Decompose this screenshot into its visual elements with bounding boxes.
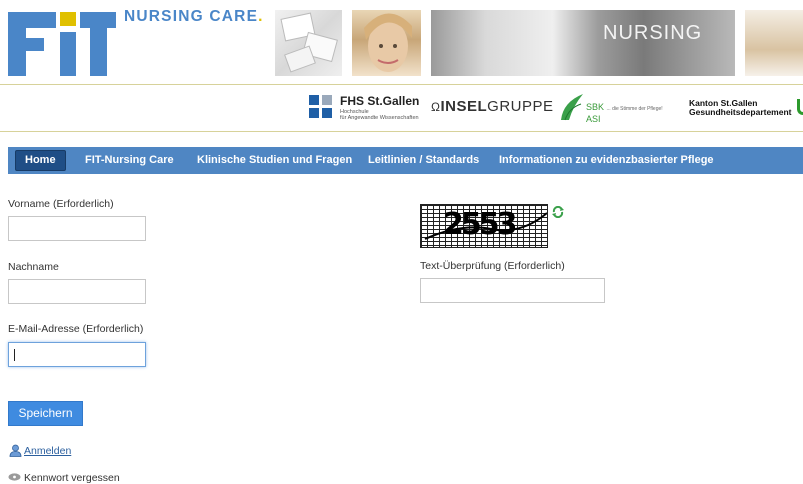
text-caret: [14, 349, 15, 361]
user-icon: [9, 444, 22, 457]
text-check-label: Text-Überprüfung (Erforderlich): [420, 260, 565, 272]
sbk-slogan: ... die Stimme der Pflege!: [606, 106, 663, 112]
sbk-text: SBK ... die Stimme der Pflege! ASI: [586, 102, 663, 124]
forgot-password-link[interactable]: Kennwort vergessen: [24, 472, 120, 484]
nav-item-informationen[interactable]: Informationen zu evidenzbasierter Pflege: [499, 147, 714, 174]
nav-item-fit-nursing-care[interactable]: FIT-Nursing Care: [85, 147, 174, 174]
fhs-subtitle: Hochschule für Angewandte Wissenschaften: [340, 109, 419, 121]
tagline-text: NURSING CARE: [124, 8, 259, 25]
inselgruppe-logo[interactable]: ΩINSELGRUPPE: [431, 98, 554, 115]
email-field[interactable]: [8, 342, 146, 367]
email-label: E-Mail-Adresse (Erforderlich): [8, 323, 144, 335]
fhs-square: [322, 95, 332, 105]
partners-divider: [0, 131, 803, 132]
sbk-leaf-icon: [561, 94, 583, 121]
header-photo-hands: [745, 10, 803, 76]
vorname-field[interactable]: [8, 216, 146, 241]
save-button[interactable]: Speichern: [8, 401, 83, 426]
fhs-subtitle-line: für Angewandte Wissenschaften: [340, 115, 419, 121]
header-photo-journal: NURSING: [431, 10, 735, 76]
site-header: NURSING CARE. NURSING: [0, 0, 803, 84]
header-photo-nurse: [352, 10, 421, 76]
nav-item-leitlinien[interactable]: Leitlinien / Standards: [368, 147, 479, 174]
captcha-image: 2553: [420, 204, 548, 248]
login-link[interactable]: Anmelden: [24, 445, 71, 457]
captcha-refresh-icon[interactable]: [551, 206, 565, 218]
tagline-dot: .: [258, 8, 264, 25]
fhs-square: [309, 108, 319, 118]
nachname-field[interactable]: [8, 279, 146, 304]
journal-title: NURSING: [603, 22, 703, 44]
kanton-line: Gesundheitsdepartement: [689, 107, 792, 117]
vorname-label: Vorname (Erforderlich): [8, 198, 114, 210]
papers-image: [280, 12, 338, 73]
fit-logo[interactable]: [8, 12, 116, 76]
header-photo-papers: [275, 10, 342, 76]
sbk-logo[interactable]: SBK ... die Stimme der Pflege! ASI: [559, 92, 674, 124]
nav-item-home[interactable]: Home: [15, 150, 66, 171]
main-nav: Home FIT-Nursing Care Klinische Studien …: [8, 147, 803, 174]
fhs-square: [309, 95, 319, 105]
kanton-emblem-icon: [797, 99, 803, 115]
fhs-name: FHS St.Gallen: [340, 94, 420, 108]
text-check-field[interactable]: [420, 278, 605, 303]
nurse-image: [364, 13, 412, 72]
header-divider: [0, 84, 803, 85]
insel-bold-text: INSEL: [440, 98, 488, 115]
kanton-logo[interactable]: Kanton St.Gallen Gesundheitsdepartement: [689, 99, 792, 117]
nav-item-klinische-studien[interactable]: Klinische Studien und Fragen: [197, 147, 352, 174]
logo-tagline: NURSING CARE.: [124, 8, 264, 26]
insel-rest-text: GRUPPE: [487, 98, 554, 115]
fhs-square: [322, 108, 332, 118]
captcha-noise: [424, 212, 547, 240]
nachname-label: Nachname: [8, 261, 59, 273]
sbk-name: SBK: [586, 102, 605, 112]
sbk-sub: ASI: [586, 114, 601, 124]
key-icon: [8, 473, 21, 481]
